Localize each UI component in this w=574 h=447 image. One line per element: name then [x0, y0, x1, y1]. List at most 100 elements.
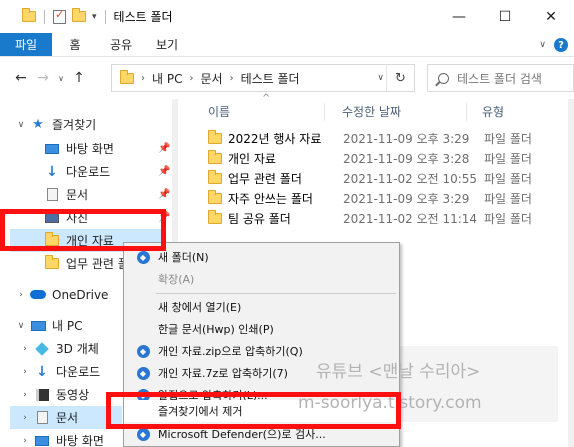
folder-icon[interactable] — [22, 8, 36, 22]
document-icon — [34, 411, 50, 425]
star-icon: ★ — [32, 117, 44, 132]
chevron-down-icon[interactable]: ∨ — [16, 321, 26, 331]
chevron-right-icon[interactable]: › — [141, 73, 145, 84]
folder-icon — [208, 209, 222, 224]
file-type: 파일 폴더 — [484, 131, 532, 146]
pin-icon[interactable]: 📌 — [158, 189, 170, 200]
pin-icon[interactable]: 📌 — [158, 143, 170, 154]
nav-this-pc[interactable]: ∨ 내 PC — [16, 314, 83, 337]
file-row[interactable]: 팀 공유 폴더 2021-11-02 오전 11:14 파일 폴더 — [208, 208, 564, 228]
forward-button[interactable]: → — [32, 70, 54, 86]
nav-item-desktop[interactable]: 바탕 화면 — [44, 137, 114, 160]
defender-shield-icon: ◆ — [136, 427, 150, 441]
file-type: 파일 폴더 — [484, 151, 532, 166]
menu-item-label: 개인 자료.zip으로 압축하기(Q) — [158, 345, 303, 358]
chevron-right-icon[interactable]: › — [20, 344, 30, 354]
chevron-right-icon[interactable]: › — [20, 390, 30, 400]
recent-locations-button[interactable]: ∨ — [54, 74, 68, 83]
nav-onedrive[interactable]: › OneDrive — [16, 283, 108, 306]
tab-view[interactable]: 보기 — [144, 33, 190, 56]
desktop-icon — [34, 434, 50, 447]
file-row[interactable]: 2022년 행사 자료 2021-11-09 오후 3:29 파일 폴더 — [208, 128, 564, 148]
tab-home[interactable]: 홈 — [52, 33, 98, 56]
nav-label: 즐겨찾기 — [52, 118, 97, 132]
file-row[interactable]: 자주 안쓰는 폴더 2021-11-09 오후 3:29 파일 폴더 — [208, 188, 564, 208]
cloud-icon — [30, 288, 46, 302]
nav-label: 업무 관련 폴 — [66, 257, 129, 271]
column-header-date[interactable]: 수정한 날짜 — [342, 99, 401, 123]
pin-icon[interactable]: 📌 — [158, 166, 170, 177]
file-date: 2021-11-09 오후 3:29 — [343, 191, 470, 206]
nav-pc-item-3d-objects[interactable]: › 3D 개체 — [20, 337, 99, 360]
file-name: 자주 안쓰는 폴더 — [228, 191, 313, 206]
expand-ribbon-icon[interactable]: ∨ — [539, 40, 546, 50]
close-button[interactable]: ✕ — [528, 0, 574, 33]
chevron-down-icon[interactable]: ∨ — [16, 120, 26, 130]
chevron-right-icon[interactable]: › — [189, 73, 193, 84]
tab-share[interactable]: 공유 — [98, 33, 144, 56]
column-header-type[interactable]: 유형 — [482, 99, 504, 123]
menu-item-expand[interactable]: 확장(A) — [124, 268, 399, 290]
chevron-right-icon[interactable]: › — [16, 290, 26, 300]
highlight-box-menu-item — [106, 392, 401, 429]
shield-icon: ◆ — [136, 250, 150, 264]
nav-pc-item-downloads[interactable]: › ↓ 다운로드 — [20, 360, 100, 383]
3d-objects-icon — [34, 341, 50, 356]
sort-ascending-icon: ^ — [262, 93, 271, 104]
folder-icon — [44, 255, 60, 271]
nav-item-work-folder[interactable]: 업무 관련 폴 — [44, 252, 129, 275]
toolbar-divider — [44, 9, 45, 24]
breadcrumb-this-pc[interactable]: 내 PC — [152, 70, 182, 87]
video-icon — [34, 388, 50, 402]
folder-icon — [120, 69, 134, 84]
address-bar[interactable]: › 내 PC › 문서 › 테스트 폴더 ∨ ↻ — [111, 64, 415, 92]
file-row[interactable]: 개인 자료 2021-11-09 오후 3:28 파일 폴더 — [208, 148, 564, 168]
chevron-right-icon[interactable]: › — [20, 436, 30, 446]
menu-item-label: 한글 문서(Hwp) 인쇄(P) — [158, 323, 274, 336]
window-title: 테스트 폴더 — [113, 10, 173, 24]
help-icon[interactable]: ? — [554, 38, 568, 52]
menu-item-label: 확장(A) — [158, 273, 195, 286]
minimize-button[interactable]: — — [436, 0, 482, 33]
download-icon: ↓ — [46, 163, 58, 180]
address-dropdown-icon[interactable]: ∨ — [377, 65, 384, 91]
column-divider[interactable] — [466, 103, 467, 121]
file-name: 팀 공유 폴더 — [228, 211, 291, 226]
nav-label: 내 PC — [52, 319, 83, 333]
column-header-name[interactable]: 이름 — [208, 99, 230, 123]
tab-file[interactable]: 파일 — [0, 33, 52, 56]
file-type: 파일 폴더 — [484, 191, 532, 206]
column-divider[interactable] — [324, 103, 325, 121]
chevron-right-icon[interactable]: › — [20, 367, 30, 377]
file-list-scrollbar[interactable] — [568, 99, 574, 447]
menu-item-hwp-print[interactable]: 한글 문서(Hwp) 인쇄(P) — [124, 318, 399, 340]
breadcrumb-test-folder[interactable]: 테스트 폴더 — [241, 70, 300, 87]
file-row[interactable]: 업무 관련 폴더 2021-11-02 오전 10:55 파일 폴더 — [208, 168, 564, 188]
nav-pc-item-videos[interactable]: › 동영상 — [20, 383, 89, 406]
ribbon-tabs: 파일 홈 공유 보기 ∨ ? — [0, 33, 574, 57]
bandizip-icon: ◆ — [136, 344, 150, 358]
file-date: 2021-11-09 오후 3:28 — [343, 151, 470, 166]
nav-item-downloads[interactable]: ↓ 다운로드 — [44, 160, 110, 183]
breadcrumb-documents[interactable]: 문서 — [200, 70, 222, 87]
menu-item-label: 새 폴더(N) — [158, 251, 209, 264]
nav-quick-access[interactable]: ∨ ★ 즐겨찾기 — [16, 113, 96, 136]
properties-icon[interactable] — [53, 8, 66, 24]
nav-pc-item-desktop[interactable]: › 바탕 화면 — [20, 429, 104, 447]
quick-access-toolbar: ▾ — [22, 8, 108, 24]
nav-label: 문서 — [56, 411, 79, 425]
up-button[interactable]: ↑ — [68, 70, 90, 86]
search-placeholder: 테스트 폴더 검색 — [457, 71, 542, 86]
search-input[interactable]: 테스트 폴더 검색 — [427, 64, 574, 92]
customize-toolbar-icon[interactable]: ▾ — [92, 12, 97, 22]
chevron-right-icon[interactable]: › — [20, 413, 30, 423]
menu-item-open-new-window[interactable]: 새 창에서 열기(E) — [124, 296, 399, 318]
nav-item-documents[interactable]: 문서 — [44, 183, 88, 206]
nav-label: 바탕 화면 — [56, 434, 104, 447]
back-button[interactable]: ← — [10, 70, 32, 86]
maximize-button[interactable]: ☐ — [482, 0, 528, 33]
chevron-right-icon[interactable]: › — [230, 73, 234, 84]
new-folder-icon[interactable] — [72, 8, 86, 22]
watermark-text: 유튜브 <맨날 수리아> — [316, 362, 481, 382]
refresh-button[interactable]: ↻ — [386, 65, 414, 91]
